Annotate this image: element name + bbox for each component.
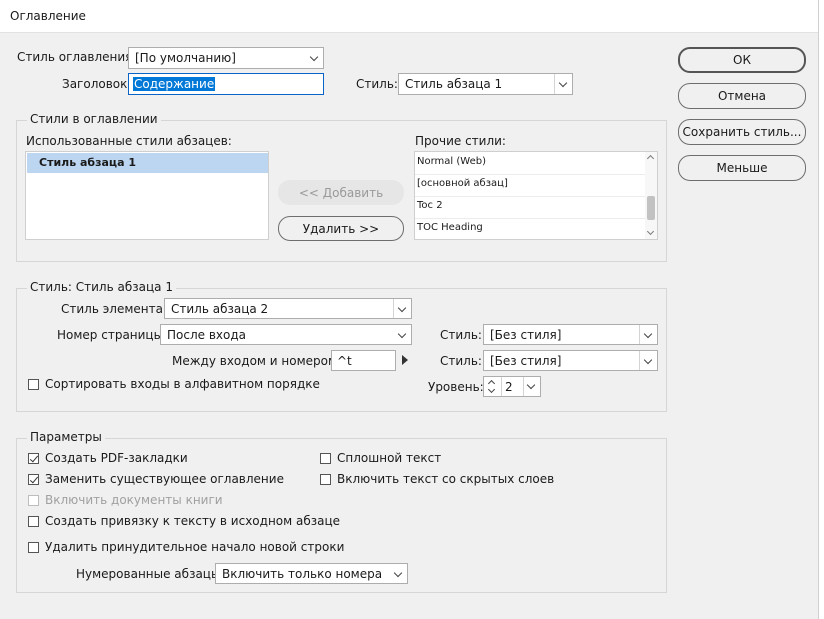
heading-style-label: Стиль:	[356, 77, 398, 91]
list-item[interactable]: Normal (Web)	[415, 152, 645, 175]
scrollbar-thumb[interactable]	[647, 196, 655, 220]
add-button-label: << Добавить	[298, 185, 384, 200]
remove-button[interactable]: Удалить >>	[278, 216, 404, 241]
list-item[interactable]: Toc 2	[415, 196, 645, 219]
level-stepper[interactable]: 2	[483, 376, 541, 397]
sort-entries-label: Сортировать входы в алфавитном порядке	[45, 377, 320, 391]
hidden-layers-checkbox[interactable]	[320, 474, 331, 485]
remove-button-label: Удалить >>	[302, 221, 380, 236]
list-item-label: TOC Heading	[417, 222, 483, 233]
style-settings-group-title: Стиль: Стиль абзаца 1	[27, 280, 176, 294]
numbered-paragraphs-label: Нумерованные абзацы:	[76, 567, 225, 581]
replace-existing-label: Заменить существующее оглавление	[45, 472, 284, 486]
include-book-label: Включить документы книги	[45, 493, 223, 507]
between-style-value: [Без стиля]	[490, 353, 562, 368]
heading-style-dropdown[interactable]: Стиль абзаца 1	[398, 73, 573, 95]
page-number-style-label: Стиль:	[440, 328, 482, 342]
ok-button-label: ОК	[733, 53, 751, 67]
chevron-down-icon	[639, 351, 657, 370]
list-item[interactable]: [основной абзац]	[415, 174, 645, 197]
ok-button[interactable]: ОК	[678, 47, 806, 73]
list-item[interactable]: TOC Heading	[415, 218, 645, 239]
stepper-arrows[interactable]	[484, 377, 502, 396]
chevron-down-icon	[306, 48, 323, 68]
numbered-paragraphs-dropdown[interactable]: Включить только номера	[215, 563, 408, 584]
window-title: Оглавление	[10, 9, 86, 23]
list-item-label: Toc 2	[417, 200, 443, 211]
chevron-down-icon	[390, 564, 407, 583]
toc-styles-group-title: Стили в оглавлении	[27, 112, 161, 126]
less-button[interactable]: Меньше	[678, 155, 806, 181]
cancel-button-label: Отмена	[717, 89, 767, 103]
create-anchor-label: Создать привязку к тексту в исходном абз…	[45, 514, 341, 528]
chevron-down-icon	[639, 325, 657, 344]
page-number-style-value: [Без стиля]	[490, 327, 562, 342]
between-label: Между входом и номером:	[172, 354, 342, 368]
entry-style-label: Стиль элемента:	[61, 302, 168, 316]
cancel-button[interactable]: Отмена	[678, 83, 806, 109]
save-style-button-label: Сохранить стиль...	[682, 125, 802, 139]
sort-entries-checkbox[interactable]	[28, 379, 39, 390]
heading-style-value: Стиль абзаца 1	[405, 77, 503, 91]
page-number-value: После входа	[167, 327, 246, 342]
level-value: 2	[505, 380, 513, 394]
list-item[interactable]: Стиль абзаца 1	[27, 153, 268, 173]
heading-input-value: Содержание	[133, 77, 216, 91]
decrement-icon[interactable]	[487, 385, 496, 394]
create-anchor-checkbox[interactable]	[28, 516, 39, 527]
heading-label: Заголовок:	[62, 77, 132, 91]
include-book-checkbox[interactable]	[28, 495, 39, 506]
special-chars-arrow-icon[interactable]	[402, 355, 408, 365]
options-group-title: Параметры	[27, 430, 105, 444]
numbered-paragraphs-value: Включить только номера	[222, 566, 383, 581]
entry-style-dropdown[interactable]: Стиль абзаца 2	[164, 298, 412, 319]
chevron-down-icon	[393, 299, 411, 318]
between-value: ^t	[337, 354, 352, 368]
other-styles-list[interactable]: Normal (Web) [основной абзац] Toc 2 TOC …	[414, 151, 658, 240]
scroll-down-icon[interactable]	[646, 227, 655, 236]
used-styles-label: Использованные стили абзацев:	[26, 134, 232, 148]
remove-breaks-label: Удалить принудительное начало новой стро…	[45, 540, 345, 554]
toc-style-value: [По умолчанию]	[135, 51, 236, 65]
list-item-label: Стиль абзаца 1	[39, 156, 136, 169]
entry-style-value: Стиль абзаца 2	[171, 301, 269, 316]
page-number-label: Номер страницы:	[57, 328, 168, 342]
run-in-label: Сплошной текст	[337, 451, 442, 465]
less-button-label: Меньше	[716, 161, 768, 175]
between-style-label: Стиль:	[440, 354, 482, 368]
other-styles-label: Прочие стили:	[415, 134, 506, 148]
toc-style-dropdown[interactable]: [По умолчанию]	[128, 47, 324, 69]
save-style-button[interactable]: Сохранить стиль...	[678, 119, 806, 145]
run-in-checkbox[interactable]	[320, 453, 331, 464]
chevron-down-icon	[554, 74, 572, 94]
list-item-label: [основной абзац]	[417, 178, 508, 189]
list-item-label: Normal (Web)	[417, 156, 486, 167]
create-pdf-label: Создать PDF-закладки	[45, 451, 188, 465]
chevron-down-icon[interactable]	[523, 377, 540, 396]
create-pdf-checkbox[interactable]	[28, 453, 39, 464]
level-label: Уровень:	[428, 380, 484, 394]
remove-breaks-checkbox[interactable]	[28, 542, 39, 553]
add-button[interactable]: << Добавить	[278, 180, 404, 205]
hidden-layers-label: Включить текст со скрытых слоев	[337, 472, 555, 486]
title-bar: Оглавление	[0, 0, 824, 33]
page-number-style-dropdown[interactable]: [Без стиля]	[483, 324, 658, 345]
chevron-down-icon	[394, 325, 411, 344]
toc-style-label: Стиль оглавления:	[17, 50, 137, 64]
scrollbar[interactable]	[645, 152, 657, 239]
page-number-dropdown[interactable]: После входа	[160, 324, 412, 345]
background-window-edge	[818, 0, 824, 619]
between-style-dropdown[interactable]: [Без стиля]	[483, 350, 658, 371]
used-styles-list[interactable]: Стиль абзаца 1	[25, 151, 269, 240]
scroll-up-icon[interactable]	[646, 154, 655, 163]
heading-input[interactable]: Содержание	[128, 73, 324, 95]
replace-existing-checkbox[interactable]	[28, 474, 39, 485]
between-input[interactable]: ^t	[331, 350, 396, 371]
